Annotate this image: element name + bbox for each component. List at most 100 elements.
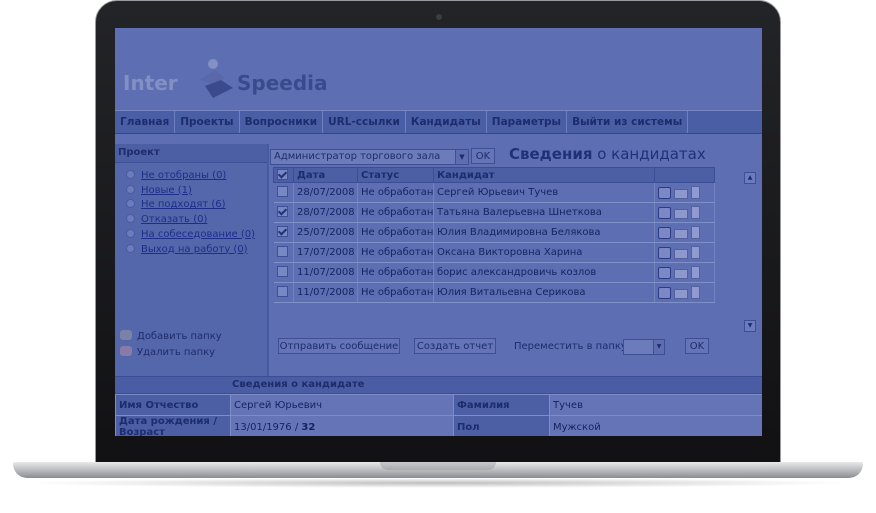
laptop-notch — [380, 462, 496, 470]
nav-questionnaires[interactable]: Вопросники — [240, 111, 324, 133]
row-actions — [654, 182, 715, 203]
folder-bullet-icon — [126, 199, 135, 209]
row-candidate-name[interactable]: борис александровичь козлов — [433, 262, 655, 283]
view-icon[interactable] — [658, 226, 671, 239]
last-name-label: Фамилия — [453, 394, 550, 416]
scroll-down-button[interactable]: ▼ — [744, 320, 756, 332]
dob-separator: / — [291, 421, 302, 433]
mail-icon[interactable] — [674, 268, 688, 279]
row-select-cell[interactable] — [273, 182, 294, 203]
nav-home[interactable]: Главная — [115, 111, 176, 133]
col-header-candidate[interactable]: Кандидат — [433, 167, 655, 183]
candidate-actions-bar: Отправить сообщение Создать отчет Переме… — [278, 338, 748, 356]
table-row[interactable]: 25/07/2008 Не обработан Юлия Владимировна … — [273, 222, 715, 243]
row-candidate-name[interactable]: Оксана Викторовна Харина — [433, 242, 655, 263]
folder-link-not-selected[interactable]: Не отобраны (0) — [141, 170, 226, 181]
logo-mark-icon — [199, 59, 233, 98]
delete-folder-label: Удалить папку — [137, 347, 216, 358]
create-report-button[interactable]: Создать отчет — [414, 338, 496, 354]
row-select-cell[interactable] — [273, 242, 294, 263]
row-checkbox[interactable] — [276, 206, 288, 217]
row-status: Не обработан — [357, 262, 434, 283]
add-folder-button[interactable]: Добавить папку — [120, 329, 222, 345]
document-icon[interactable] — [691, 225, 700, 239]
select-all-checkbox[interactable] — [277, 168, 288, 180]
document-icon[interactable] — [691, 185, 700, 199]
folder-link-interview[interactable]: На собеседование (0) — [141, 229, 255, 240]
document-icon[interactable] — [691, 265, 700, 279]
row-status: Не обработан — [357, 182, 434, 203]
table-header-row: Дата Статус Кандидат — [273, 167, 715, 183]
row-actions — [654, 222, 715, 243]
folder-item[interactable]: Выход на работу (0) — [115, 243, 267, 258]
table-row[interactable]: 17/07/2008 Не обработан Оксана Викторовна … — [273, 242, 715, 263]
folder-item[interactable]: Не подходят (6) — [115, 198, 267, 213]
row-candidate-name[interactable]: Татьяна Валерьевна Шнеткова — [433, 202, 655, 223]
document-icon[interactable] — [691, 285, 700, 299]
row-select-cell[interactable] — [273, 202, 294, 223]
row-date: 25/07/2008 — [293, 222, 358, 243]
document-icon[interactable] — [691, 245, 700, 259]
row-status: Не обработан — [357, 202, 434, 223]
age-value: 32 — [301, 421, 316, 433]
select-all-header[interactable] — [273, 167, 294, 183]
row-candidate-name[interactable]: Юлия Владимировна Белякова — [433, 222, 655, 243]
row-candidate-name[interactable]: Юлия Витальевна Серикова — [433, 282, 655, 303]
folder-item[interactable]: Не отобраны (0) — [115, 169, 267, 184]
nav-settings[interactable]: Параметры — [487, 111, 568, 133]
row-date: 17/07/2008 — [293, 242, 358, 263]
row-candidate-name[interactable]: Сергей Юрьевич Тучев — [433, 182, 655, 203]
mail-icon[interactable] — [674, 188, 688, 199]
gender-label: Пол — [453, 415, 550, 436]
table-row[interactable]: 28/07/2008 Не обработан Сергей Юрьевич Туч… — [273, 182, 715, 203]
row-status: Не обработан — [357, 222, 434, 243]
col-header-date[interactable]: Дата — [293, 167, 358, 183]
row-checkbox[interactable] — [276, 186, 288, 197]
move-to-folder-select[interactable]: ▼ — [623, 339, 665, 355]
row-select-cell[interactable] — [273, 222, 294, 243]
last-name-value: Тучев — [549, 394, 762, 416]
folder-link-hired[interactable]: Выход на работу (0) — [141, 244, 248, 255]
project-panel: Проект Не отобраны (0) Новые (1) Не подх… — [115, 144, 267, 376]
view-icon[interactable] — [658, 206, 671, 219]
row-checkbox[interactable] — [276, 266, 288, 277]
nav-url-links[interactable]: URL-ссылки — [323, 111, 406, 133]
row-actions — [654, 262, 715, 283]
row-select-cell[interactable] — [273, 262, 294, 283]
row-select-cell[interactable] — [273, 282, 294, 303]
mail-icon[interactable] — [674, 208, 688, 219]
nav-logout[interactable]: Выйти из системы — [567, 111, 689, 133]
folder-item[interactable]: Новые (1) — [115, 184, 267, 199]
row-checkbox[interactable] — [276, 286, 288, 297]
folder-item[interactable]: На собеседование (0) — [115, 228, 267, 243]
document-icon[interactable] — [691, 205, 700, 219]
nav-projects[interactable]: Проекты — [175, 111, 240, 133]
send-message-button[interactable]: Отправить сообщение — [278, 338, 400, 354]
mail-icon[interactable] — [674, 288, 688, 299]
row-checkbox[interactable] — [276, 246, 288, 257]
main-navbar: Главная Проекты Вопросники URL-ссылки Ка… — [115, 110, 762, 134]
project-ok-button[interactable]: OK — [471, 148, 495, 164]
folder-link-new[interactable]: Новые (1) — [141, 185, 192, 196]
row-checkbox[interactable] — [276, 226, 288, 237]
info-row-name: Имя Отчество Сергей Юрьевич Фамилия Туче… — [115, 394, 762, 416]
folder-link-reject[interactable]: Отказать (0) — [141, 214, 207, 225]
row-date: 11/07/2008 — [293, 282, 358, 303]
col-header-status[interactable]: Статус — [357, 167, 434, 183]
table-row[interactable]: 11/07/2008 Не обработан борис александрови… — [273, 262, 715, 283]
scroll-up-button[interactable]: ▲ — [744, 172, 756, 184]
table-row[interactable]: 28/07/2008 Не обработан Татьяна Валерьевна… — [273, 202, 715, 223]
view-icon[interactable] — [658, 286, 671, 299]
move-ok-button[interactable]: OK — [685, 338, 709, 354]
delete-folder-button[interactable]: Удалить папку — [120, 345, 222, 361]
view-icon[interactable] — [658, 266, 671, 279]
mail-icon[interactable] — [674, 248, 688, 259]
nav-candidates[interactable]: Кандидаты — [406, 111, 487, 133]
folder-link-unsuitable[interactable]: Не подходят (6) — [141, 199, 226, 210]
project-select[interactable]: Администратор торгового зала ▼ — [270, 149, 469, 165]
folder-item[interactable]: Отказать (0) — [115, 213, 267, 228]
table-row[interactable]: 11/07/2008 Не обработан Юлия Витальевна Се… — [273, 282, 715, 303]
view-icon[interactable] — [658, 246, 671, 259]
mail-icon[interactable] — [674, 228, 688, 239]
view-icon[interactable] — [658, 186, 671, 199]
